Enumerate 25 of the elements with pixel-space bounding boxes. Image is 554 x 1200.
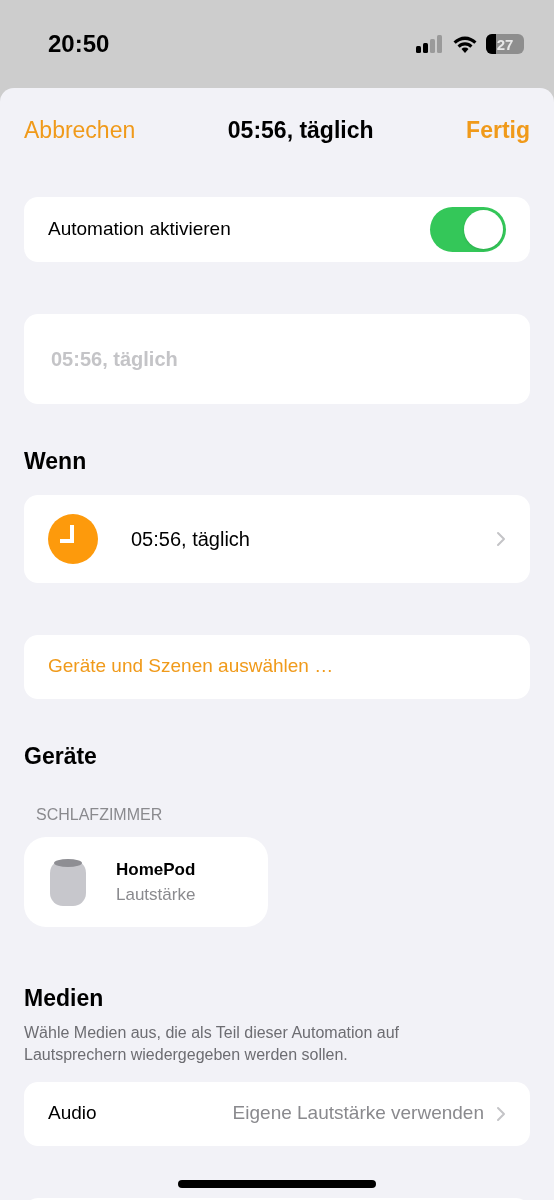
row-value: Eigene Lautstärke verwenden bbox=[232, 1101, 484, 1126]
audio-row[interactable]: Audio Eigene Lautstärke verwenden bbox=[24, 1081, 530, 1146]
wifi-icon bbox=[452, 34, 478, 54]
chevron-icon bbox=[496, 530, 506, 547]
section-description: Wähle Medien aus, die als Teil dieser Automation auf Lautsprechern wiedergegeben werden sollen. bbox=[24, 1022, 401, 1065]
device-name: HomePod bbox=[116, 858, 196, 881]
sheet-title: 05:56, täglich bbox=[227, 115, 374, 145]
toggle-label: Automation aktivieren bbox=[48, 217, 231, 242]
chevron-icon bbox=[496, 1105, 506, 1122]
device-detail: Lautstärke bbox=[116, 884, 196, 906]
section-heading: Wenn bbox=[24, 447, 88, 476]
trigger-row[interactable]: 05:56, täglich bbox=[24, 494, 530, 583]
trigger-label: 05:56, täglich bbox=[131, 526, 251, 552]
name-field[interactable]: 05:56, täglich bbox=[24, 314, 530, 404]
room-label: SCHLAFZIMMER bbox=[36, 805, 164, 825]
speaker-icon bbox=[50, 858, 86, 906]
status-time: 20:50 bbox=[48, 29, 110, 59]
row-label: Audio bbox=[48, 1101, 98, 1126]
section-heading: Geräte bbox=[24, 741, 98, 771]
signal-icon bbox=[416, 35, 444, 53]
device-tile[interactable]: HomePod Lautstärke bbox=[24, 837, 268, 927]
battery-icon: 27 bbox=[486, 34, 524, 54]
section-heading: Medien bbox=[24, 984, 105, 1013]
clock-icon bbox=[48, 513, 98, 564]
toggle-switch[interactable] bbox=[430, 207, 506, 252]
